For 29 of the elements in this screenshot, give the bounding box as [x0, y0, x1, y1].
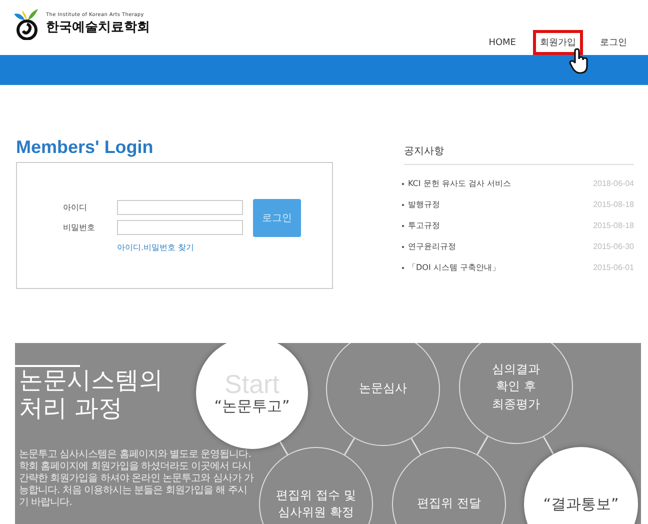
field-label: 아이디	[63, 202, 88, 213]
notice-date: 2015-08-18	[593, 200, 634, 209]
hand-cursor-icon	[568, 48, 590, 74]
notice-link[interactable]: 「DOI 시스템 구축안내」	[408, 262, 500, 273]
step-label: 편집위 전달	[417, 495, 481, 512]
notice-date: 2015-06-01	[593, 263, 634, 272]
logo-name: 한국예술치료학회	[46, 19, 150, 36]
step-label: “논문투고”	[214, 396, 290, 416]
input-field[interactable]	[117, 220, 243, 235]
notice-date: 2015-06-30	[593, 242, 634, 251]
input-field[interactable]	[117, 200, 243, 215]
field-label: 비밀번호	[63, 222, 96, 233]
step-label: 논문심사	[359, 380, 407, 398]
process-title: 논문시스템의 처리 과정	[19, 367, 163, 422]
notice-title: 공지사항	[404, 144, 634, 165]
notice-link[interactable]: KCI 문헌 유사도 검사 서비스	[408, 178, 511, 189]
step-label: 편집위 접수 및 심사위원 확정	[276, 486, 356, 521]
nav-link[interactable]: 로그인	[593, 30, 634, 55]
step-label: “결과통보”	[543, 494, 619, 514]
notice-link[interactable]: 연구윤리규정	[408, 241, 456, 252]
notice-date: 2015-08-18	[593, 221, 634, 230]
nav-link[interactable]: HOME	[482, 32, 523, 54]
notice-date: 2018-06-04	[593, 179, 634, 188]
login-title: Members' Login	[16, 137, 154, 158]
notice-link[interactable]: 발행규정	[408, 199, 440, 210]
process-description: 논문투고 심사시스템은 홈페이지와 별도로 운영됩니다. 학회 홈페이지에 회원가입을 하셨더라도 이곳에서 다시 간략한 회원가입을 하셔야 온라인 논문투고와 심사가 가능합니다. 처음 이용하시는 분들은 회원가입을 해 주시기 바랍니다.	[19, 449, 254, 509]
find-account-link[interactable]: 아이디.비밀번호 찾기	[117, 242, 301, 252]
notice-link[interactable]: 투고규정	[408, 220, 440, 231]
step-label: 심의결과 확인 후 최종평가	[492, 360, 540, 413]
